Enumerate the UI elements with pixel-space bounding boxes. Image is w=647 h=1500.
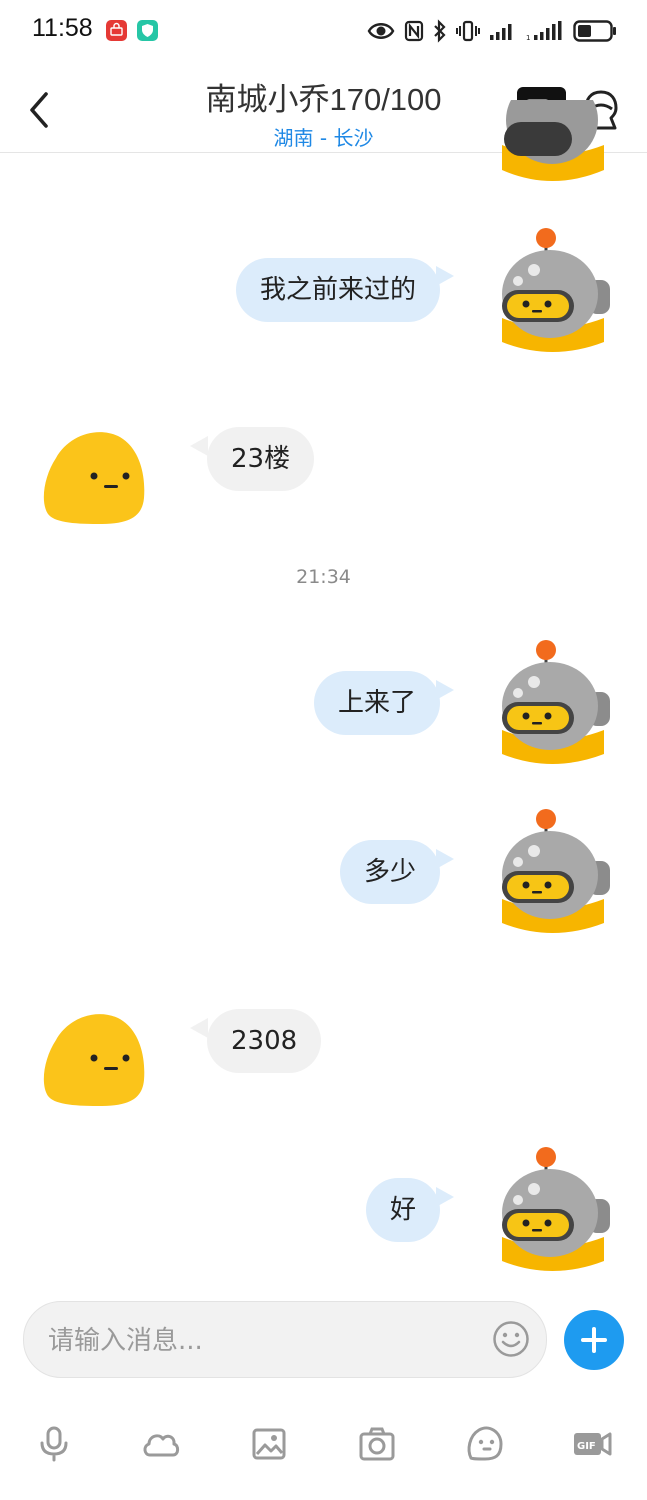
message-bubble-me[interactable]: 好 <box>365 1178 440 1242</box>
plus-icon <box>581 1327 607 1353</box>
cloud-button[interactable] <box>141 1424 181 1464</box>
shield-app-icon <box>137 20 158 41</box>
my-avatar[interactable] <box>488 1145 616 1277</box>
status-bar: 11:58 1 <box>0 0 647 62</box>
bluetooth-icon <box>434 19 446 43</box>
sticker-button[interactable] <box>465 1424 505 1464</box>
eye-icon <box>367 23 395 39</box>
bubble-tail <box>436 1187 454 1207</box>
robot-avatar-icon <box>502 228 610 352</box>
status-time: 11:58 <box>32 14 93 42</box>
cloud-icon <box>143 1434 180 1457</box>
blob-avatar-icon <box>43 432 145 524</box>
microphone-icon <box>40 1426 68 1462</box>
my-avatar[interactable] <box>490 100 615 190</box>
robot-avatar-icon <box>502 100 604 181</box>
camera-icon <box>359 1427 395 1461</box>
more-options-button[interactable] <box>564 1310 624 1370</box>
nfc-icon <box>404 20 424 42</box>
bubble-tail <box>436 680 454 700</box>
gif-button[interactable]: GIF <box>572 1424 612 1464</box>
svg-text:GIF: GIF <box>577 1441 596 1452</box>
voice-button[interactable] <box>34 1424 74 1464</box>
camera-button[interactable] <box>357 1424 397 1464</box>
robot-avatar-icon <box>502 640 610 764</box>
my-avatar[interactable] <box>488 226 616 358</box>
huawei-app-icon <box>106 20 127 41</box>
message-bubble-them[interactable]: 23楼 <box>207 427 315 491</box>
bubble-tail <box>436 266 454 286</box>
message-composer <box>23 1301 547 1379</box>
battery-icon <box>573 20 616 42</box>
bubble-tail <box>190 436 208 456</box>
signal-icon <box>490 24 512 40</box>
image-icon <box>252 1428 286 1460</box>
smiley-icon <box>493 1321 529 1357</box>
vibrate-icon <box>456 20 480 42</box>
emoji-button[interactable] <box>492 1320 530 1358</box>
message-bubble-me[interactable]: 我之前来过的 <box>235 258 440 322</box>
message-bubble-me[interactable]: 上来了 <box>313 671 440 735</box>
gif-icon: GIF <box>574 1432 612 1456</box>
bubble-tail <box>436 849 454 869</box>
contact-avatar[interactable] <box>40 428 146 526</box>
blob-avatar-icon <box>43 1014 145 1106</box>
sticker-icon <box>467 1426 503 1461</box>
message-input[interactable] <box>46 1302 480 1379</box>
message-bubble-them[interactable]: 2308 <box>207 1009 322 1073</box>
robot-avatar-icon <box>502 1147 610 1271</box>
my-avatar[interactable] <box>488 638 616 770</box>
contact-avatar[interactable] <box>40 1010 146 1108</box>
svg-text:1: 1 <box>526 34 530 41</box>
message-timestamp: 21:34 <box>296 566 351 588</box>
my-avatar[interactable] <box>488 807 616 939</box>
robot-avatar-icon <box>502 809 610 933</box>
image-button[interactable] <box>249 1424 289 1464</box>
bubble-tail <box>190 1018 208 1038</box>
signal-icon: 1 <box>526 21 562 41</box>
message-bubble-me[interactable]: 多少 <box>339 840 440 904</box>
